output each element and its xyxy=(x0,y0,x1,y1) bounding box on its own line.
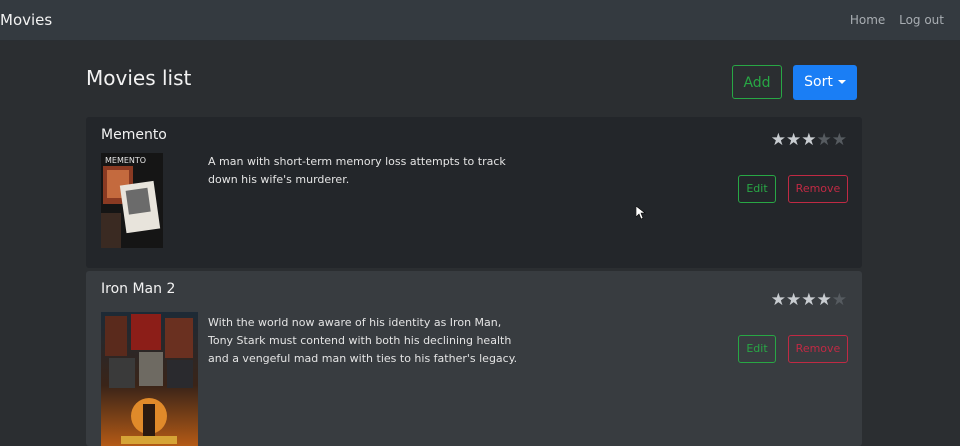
movie-card: Memento MEMENTO A man with short-term me… xyxy=(86,117,862,268)
remove-button[interactable]: Remove xyxy=(788,335,848,363)
star-icon: ★ xyxy=(816,130,832,150)
poster-title-text: MEMENTO xyxy=(105,156,146,165)
star-icon: ★ xyxy=(831,290,847,310)
iron-man-2-poster-image xyxy=(101,312,198,446)
sort-button-label: Sort xyxy=(804,74,833,90)
nav-link-home[interactable]: Home xyxy=(850,13,885,27)
star-icon: ★ xyxy=(786,290,802,310)
star-icon: ★ xyxy=(801,290,817,310)
star-icon: ★ xyxy=(816,290,832,310)
edit-button[interactable]: Edit xyxy=(738,175,776,203)
edit-button[interactable]: Edit xyxy=(738,335,776,363)
star-icon: ★ xyxy=(786,130,802,150)
star-icon: ★ xyxy=(801,130,817,150)
caret-down-icon xyxy=(837,80,846,84)
memento-poster-image: MEMENTO xyxy=(101,153,163,248)
movie-description: With the world now aware of his identity… xyxy=(208,316,518,365)
star-rating: ★★★★★ xyxy=(771,290,847,310)
movie-title: Iron Man 2 xyxy=(101,281,176,297)
remove-button[interactable]: Remove xyxy=(788,175,848,203)
star-icon: ★ xyxy=(831,130,847,150)
movie-poster xyxy=(101,312,198,446)
page-title: Movies list xyxy=(86,66,192,90)
top-navbar: Movies Home Log out xyxy=(0,0,960,41)
star-rating: ★★★★★ xyxy=(771,130,847,150)
movie-card: Iron Man 2 With the world now aware of h… xyxy=(86,271,862,446)
add-movie-button[interactable]: Add xyxy=(732,65,782,99)
mouse-cursor-icon xyxy=(636,206,646,220)
movie-title: Memento xyxy=(101,127,167,143)
star-icon: ★ xyxy=(770,290,786,310)
star-icon: ★ xyxy=(770,130,786,150)
movie-poster: MEMENTO xyxy=(101,153,163,248)
movie-description: A man with short-term memory loss attemp… xyxy=(208,155,506,186)
sort-dropdown-button[interactable]: Sort xyxy=(793,65,857,100)
navbar-links: Home Log out xyxy=(840,13,944,27)
nav-link-logout[interactable]: Log out xyxy=(899,13,944,27)
navbar-brand[interactable]: Movies xyxy=(0,11,52,29)
